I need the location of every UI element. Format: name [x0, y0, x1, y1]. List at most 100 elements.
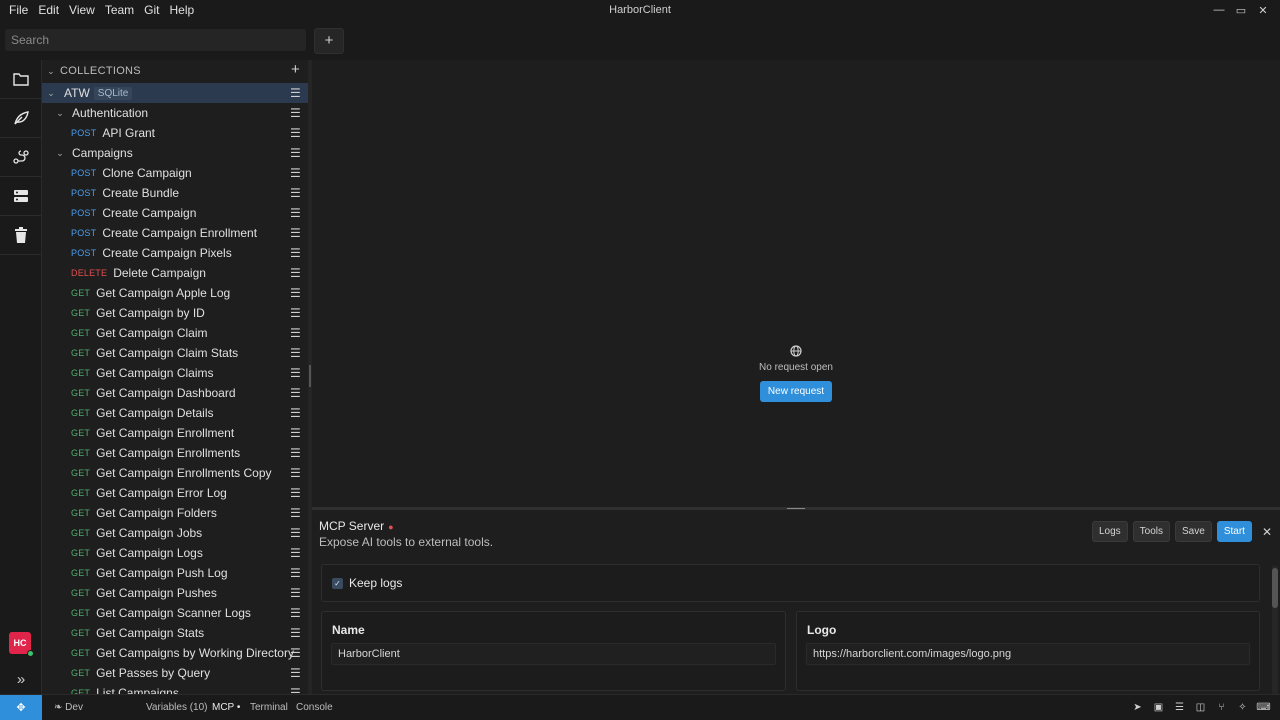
folder-row[interactable]: ⌄ Authentication ☰ [42, 103, 308, 123]
logs-button[interactable]: Logs [1091, 521, 1128, 542]
menu-icon[interactable]: ☰ [290, 166, 301, 180]
new-request-button[interactable]: New request [759, 381, 833, 402]
menu-icon[interactable]: ☰ [290, 506, 301, 520]
user-avatar[interactable]: HC [9, 632, 34, 657]
add-collection-button[interactable]: + [291, 60, 300, 80]
maximize-icon[interactable]: ▭ [1230, 4, 1252, 17]
collection-atw[interactable]: ⌄ ATW SQLite ☰ [42, 83, 308, 103]
terminal-button[interactable]: Terminal [250, 695, 288, 720]
menu-icon[interactable]: ☰ [290, 566, 301, 580]
request-row[interactable]: POST Create Campaign ☰ [42, 203, 308, 223]
folder-row[interactable]: ⌄ Campaigns ☰ [42, 143, 308, 163]
menu-icon[interactable]: ☰ [290, 346, 301, 360]
chevron-down-icon[interactable]: ⌄ [53, 108, 67, 119]
save-button[interactable]: Save [1175, 521, 1212, 542]
chevron-down-icon[interactable]: ⌄ [42, 66, 60, 77]
list-icon[interactable]: ☰ [1169, 702, 1190, 713]
inbox-icon[interactable]: ▣ [1148, 702, 1169, 713]
menu-icon[interactable]: ☰ [290, 426, 301, 440]
menu-icon[interactable]: ☰ [290, 106, 301, 120]
request-row[interactable]: GET Get Campaign Folders ☰ [42, 503, 308, 523]
request-row[interactable]: GET List Campaigns ☰ [42, 683, 308, 694]
menu-icon[interactable]: ☰ [290, 466, 301, 480]
trash-icon[interactable] [0, 216, 42, 254]
menu-icon[interactable]: ☰ [290, 126, 301, 140]
menu-icon[interactable]: ☰ [290, 306, 301, 320]
request-row[interactable]: GET Get Campaign Details ☰ [42, 403, 308, 423]
request-row[interactable]: GET Get Campaign Error Log ☰ [42, 483, 308, 503]
menu-icon[interactable]: ☰ [290, 486, 301, 500]
name-field[interactable]: HarborClient [331, 643, 776, 665]
request-row[interactable]: GET Get Campaign Push Log ☰ [42, 563, 308, 583]
request-row[interactable]: GET Get Passes by Query ☰ [42, 663, 308, 683]
request-row[interactable]: GET Get Campaigns by Working Directory ☰ [42, 643, 308, 663]
request-row[interactable]: POST Clone Campaign ☰ [42, 163, 308, 183]
menu-help[interactable]: Help [165, 0, 200, 20]
menu-icon[interactable]: ☰ [290, 646, 301, 660]
menu-icon[interactable]: ☰ [290, 286, 301, 300]
request-row[interactable]: GET Get Campaign Scanner Logs ☰ [42, 603, 308, 623]
minimize-icon[interactable]: — [1208, 4, 1230, 16]
request-row[interactable]: GET Get Campaign Stats ☰ [42, 623, 308, 643]
menu-icon[interactable]: ☰ [290, 606, 301, 620]
request-row[interactable]: POST API Grant ☰ [42, 123, 308, 143]
remote-icon[interactable]: ✥ [0, 695, 42, 720]
keep-logs-checkbox[interactable]: ✓ [332, 578, 343, 589]
menu-icon[interactable]: ☰ [290, 526, 301, 540]
menu-icon[interactable]: ☰ [290, 146, 301, 160]
magic-icon[interactable]: ✧ [1232, 702, 1253, 713]
menu-icon[interactable]: ☰ [290, 326, 301, 340]
request-row[interactable]: GET Get Campaign Claims ☰ [42, 363, 308, 383]
expand-rail-icon[interactable]: » [0, 660, 42, 698]
menu-file[interactable]: File [4, 0, 33, 20]
panel-scrollbar[interactable] [1272, 566, 1278, 694]
menu-icon[interactable]: ☰ [290, 586, 301, 600]
menu-icon[interactable]: ☰ [290, 446, 301, 460]
request-row[interactable]: GET Get Campaign Enrollment ☰ [42, 423, 308, 443]
menu-git[interactable]: Git [139, 0, 164, 20]
menu-icon[interactable]: ☰ [290, 86, 301, 100]
logo-url-field[interactable]: https://harborclient.com/images/logo.png [806, 643, 1250, 665]
menu-icon[interactable]: ☰ [290, 626, 301, 640]
menu-icon[interactable]: ☰ [290, 226, 301, 240]
close-panel-icon[interactable]: ✕ [1262, 525, 1272, 539]
request-row[interactable]: GET Get Campaign Enrollments Copy ☰ [42, 463, 308, 483]
menu-team[interactable]: Team [100, 0, 139, 20]
add-tab-button[interactable]: + [314, 28, 344, 54]
chevron-down-icon[interactable]: ⌄ [44, 88, 58, 99]
request-row[interactable]: POST Create Campaign Pixels ☰ [42, 243, 308, 263]
send-icon[interactable]: ➤ [1127, 702, 1148, 713]
variables-button[interactable]: Variables (10) [146, 695, 208, 720]
menu-icon[interactable]: ☰ [290, 246, 301, 260]
request-row[interactable]: GET Get Campaign Claim ☰ [42, 323, 308, 343]
panel-resize-handle[interactable] [787, 508, 805, 509]
leaf-icon[interactable] [0, 99, 42, 137]
menu-icon[interactable]: ☰ [290, 186, 301, 200]
server-icon[interactable] [0, 177, 42, 215]
close-window-icon[interactable]: ✕ [1252, 4, 1274, 17]
request-row[interactable]: GET Get Campaign Claim Stats ☰ [42, 343, 308, 363]
start-button[interactable]: Start [1216, 521, 1252, 542]
request-row[interactable]: GET Get Campaign Apple Log ☰ [42, 283, 308, 303]
request-row[interactable]: GET Get Campaign Pushes ☰ [42, 583, 308, 603]
menu-icon[interactable]: ☰ [290, 206, 301, 220]
search-input[interactable]: Search [5, 29, 306, 51]
request-row[interactable]: GET Get Campaign by ID ☰ [42, 303, 308, 323]
request-row[interactable]: GET Get Campaign Logs ☰ [42, 543, 308, 563]
tools-button[interactable]: Tools [1132, 521, 1171, 542]
menu-icon[interactable]: ☰ [290, 546, 301, 560]
flow-icon[interactable] [0, 138, 42, 176]
menu-icon[interactable]: ☰ [290, 266, 301, 280]
menu-icon[interactable]: ☰ [290, 666, 301, 680]
request-row[interactable]: GET Get Campaign Dashboard ☰ [42, 383, 308, 403]
menu-icon[interactable]: ☰ [290, 686, 301, 694]
columns-icon[interactable]: ◫ [1190, 702, 1211, 713]
console-button[interactable]: Console [296, 695, 333, 720]
branch-icon[interactable]: ⑂ [1211, 702, 1232, 713]
environment-selector[interactable]: ❧ Dev [54, 695, 83, 720]
menu-view[interactable]: View [64, 0, 100, 20]
request-row[interactable]: POST Create Bundle ☰ [42, 183, 308, 203]
mcp-button[interactable]: MCP • [212, 695, 240, 720]
menu-icon[interactable]: ☰ [290, 386, 301, 400]
chevron-down-icon[interactable]: ⌄ [53, 148, 67, 159]
